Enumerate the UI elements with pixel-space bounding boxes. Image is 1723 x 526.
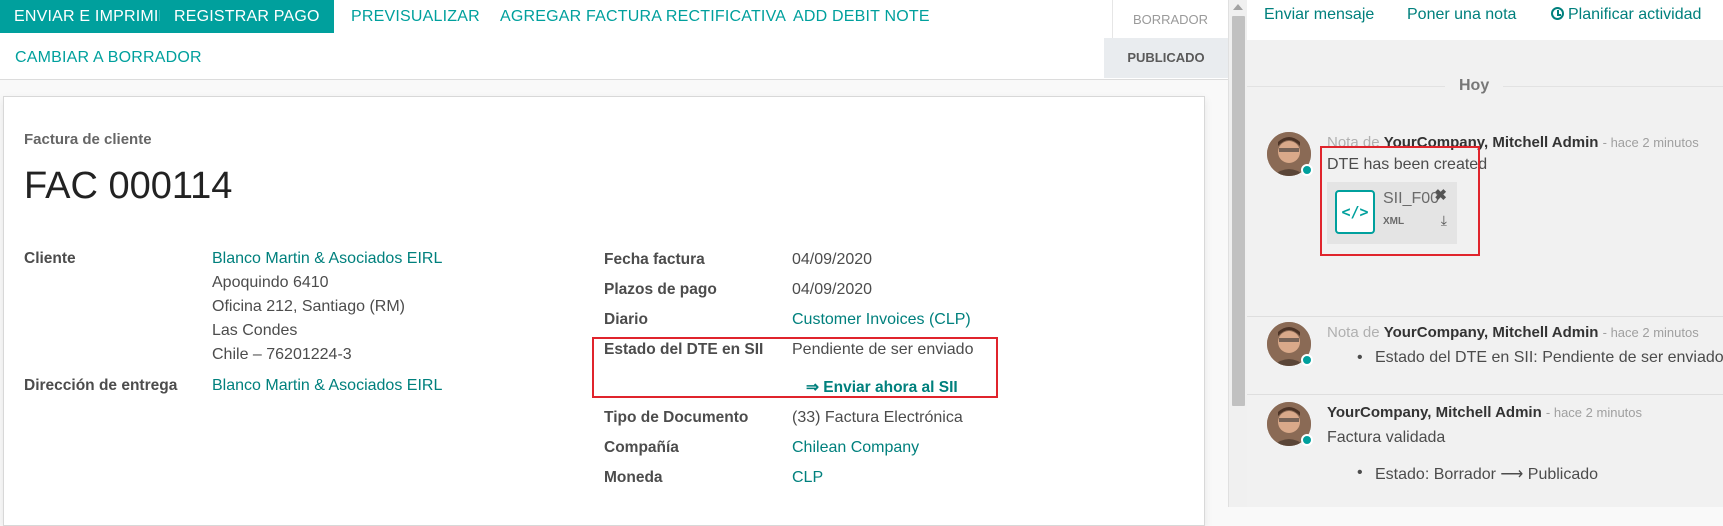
clock-icon [1551,7,1564,20]
tracking-value: Estado: Borrador ⟶ Publicado [1357,464,1598,484]
scrollbar-thumb[interactable] [1232,16,1245,406]
customer-address-line: Apoquindo 6410 [212,274,329,291]
message-author[interactable]: YourCompany, Mitchell Admin [1384,324,1599,341]
customer-link[interactable]: Blanco Martin & Asociados EIRL [212,250,442,268]
add-debit-note-button[interactable]: ADD DEBIT NOTE [793,0,930,33]
tracking-value: Estado del DTE en SII: Pendiente de ser … [1357,349,1723,367]
attachment-extension: XML [1383,216,1405,227]
chatter-topbar: Enviar mensaje Poner una nota Planificar… [1247,0,1723,40]
customer-address-line: Las Condes [212,322,298,339]
status-draft[interactable]: BORRADOR [1112,0,1228,40]
dte-state-value: Pendiente de ser enviado [792,341,974,358]
attachment-card[interactable]: </> SII_F00 XML ✖ ⤓ [1327,182,1457,244]
message-separator [1247,316,1723,317]
chatter-thread: Hoy Nota de YourCompany, Mitchell Admin … [1247,40,1723,507]
message-author[interactable]: YourCompany, Mitchell Admin [1327,404,1542,421]
attachment-name: SII_F00 [1383,190,1440,207]
invoice-sheet: Factura de cliente FAC 000114 Cliente Bl… [3,96,1205,526]
download-icon[interactable]: ⤓ [1441,212,1447,229]
document-type: Factura de cliente [24,131,152,148]
add-credit-note-button[interactable]: AGREGAR FACTURA RECTIFICATIVA [500,0,786,33]
message-header: Nota de YourCompany, Mitchell Admin - ha… [1327,324,1699,341]
reset-to-draft-button[interactable]: CAMBIAR A BORRADOR [15,41,202,74]
online-status-icon [1301,164,1313,176]
online-status-icon [1301,434,1313,446]
message-header: YourCompany, Mitchell Admin - hace 2 min… [1327,404,1642,421]
online-status-icon [1301,354,1313,366]
message-separator [1247,394,1723,395]
message-time: - hace 2 minutos [1545,405,1643,420]
invoice-date-value: 04/09/2020 [792,251,873,268]
send-print-button[interactable]: ENVIAR E IMPRIMIR [0,0,185,33]
document-name: FAC 000114 [24,165,233,207]
scroll-up-icon[interactable] [1233,4,1243,10]
chatter-panel: Enviar mensaje Poner una nota Planificar… [1247,0,1723,507]
message-time: - hace 2 minutos [1602,135,1699,150]
log-note-button[interactable]: Poner una nota [1407,6,1516,24]
currency-link[interactable]: CLP [792,469,823,487]
document-type-label: Tipo de Documento [604,409,749,426]
send-message-button[interactable]: Enviar mensaje [1264,6,1374,24]
preview-button[interactable]: PREVISUALIZAR [351,0,480,33]
close-icon[interactable]: ✖ [1434,186,1447,204]
code-file-icon: </> [1335,190,1375,234]
payment-terms-label: Plazos de pago [604,281,717,298]
delivery-address-label: Dirección de entrega [24,377,178,394]
dte-state-label: Estado del DTE en SII [604,341,764,358]
message-time: - hace 2 minutos [1602,325,1699,340]
company-link[interactable]: Chilean Company [792,439,919,457]
invoice-date-label: Fecha factura [604,251,705,268]
register-payment-button[interactable]: REGISTRAR PAGO [160,0,334,33]
currency-label: Moneda [604,469,663,486]
send-now-sii-button[interactable]: ⇒ Enviar ahora al SII [806,378,958,397]
company-label: Compañía [604,439,679,456]
journal-label: Diario [604,311,648,328]
schedule-activity-button[interactable]: Planificar actividad [1551,6,1701,24]
customer-label: Cliente [24,250,76,267]
customer-address-line: Oficina 212, Santiago (RM) [212,298,405,315]
journal-link[interactable]: Customer Invoices (CLP) [792,311,971,329]
form-view: ENVIAR E IMPRIMIR REGISTRAR PAGO PREVISU… [0,0,1228,526]
schedule-activity-label: Planificar actividad [1568,6,1702,23]
payment-terms-value: 04/09/2020 [792,281,873,298]
day-label: Hoy [1445,77,1504,95]
delivery-address-link[interactable]: Blanco Martin & Asociados EIRL [212,377,442,395]
note-prefix: Nota de [1327,324,1380,341]
document-type-value: (33) Factura Electrónica [792,409,963,426]
control-panel: ENVIAR E IMPRIMIR REGISTRAR PAGO PREVISU… [0,0,1228,80]
status-posted[interactable]: PUBLICADO [1104,38,1228,78]
customer-address-line: Chile – 76201224-3 [212,346,352,363]
message-body: Factura validada [1327,429,1446,446]
form-scrollbar[interactable] [1228,0,1247,507]
